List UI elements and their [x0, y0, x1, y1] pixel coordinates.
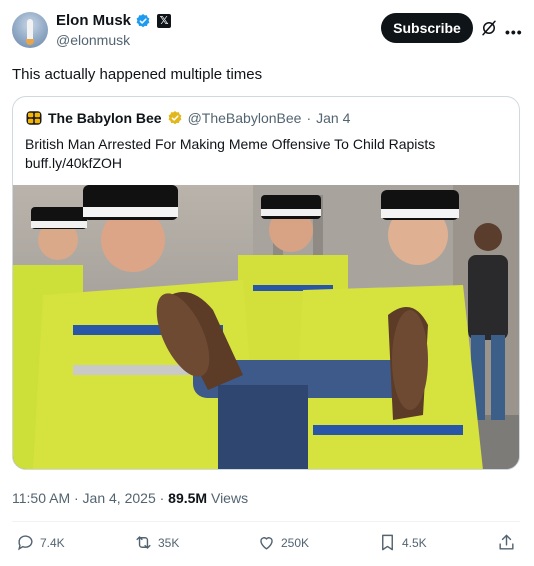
author-handle[interactable]: @elonmusk — [56, 32, 130, 48]
divider — [12, 521, 520, 522]
gold-verified-badge-icon — [168, 111, 181, 125]
author-display-name[interactable]: Elon Musk — [56, 12, 131, 29]
quoted-author-handle[interactable]: @TheBabylonBee — [188, 110, 302, 126]
quoted-post-header: The Babylon Bee @TheBabylonBee · Jan 4 — [25, 109, 350, 127]
quoted-author-name[interactable]: The Babylon Bee — [48, 110, 162, 126]
bookmark-count: 4.5K — [402, 535, 427, 550]
post-timestamp[interactable]: 11:50 AM · Jan 4, 2025 · — [12, 490, 168, 506]
news-photo[interactable] — [13, 185, 519, 470]
share-button[interactable] — [497, 533, 516, 552]
like-button[interactable]: 250K — [257, 533, 309, 552]
quoted-post-headline: British Man Arrested For Making Meme Off… — [25, 136, 436, 152]
more-options-icon[interactable]: ••• — [505, 24, 523, 40]
post-timestamp-views[interactable]: 11:50 AM · Jan 4, 2025 · 89.5M Views — [12, 490, 248, 506]
x-affiliation-icon: 𝕏 — [157, 13, 172, 28]
reply-button[interactable]: 7.4K — [16, 533, 65, 552]
quoted-post-text: British Man Arrested For Making Meme Off… — [25, 135, 505, 173]
rocket-icon — [27, 19, 33, 41]
verified-badge-icon — [136, 13, 150, 27]
heart-icon — [260, 537, 273, 550]
repost-button[interactable]: 35K — [134, 533, 179, 552]
reply-icon — [18, 535, 33, 551]
babylon-bee-logo-icon — [26, 111, 42, 125]
quoted-post[interactable]: The Babylon Bee @TheBabylonBee · Jan 4 B… — [12, 96, 520, 470]
bookmark-button[interactable]: 4.5K — [378, 533, 427, 552]
quoted-post-date[interactable]: Jan 4 — [316, 110, 350, 126]
subscribe-button[interactable]: Subscribe — [381, 13, 473, 43]
separator-dot: · — [306, 110, 312, 126]
author-name-row: Elon Musk 𝕏 — [56, 12, 172, 29]
views-count: 89.5M — [168, 490, 208, 506]
action-bar: 7.4K 35K 250K 4.5K — [0, 530, 534, 556]
post-text: This actually happened multiple times — [12, 66, 263, 83]
flame-icon — [26, 39, 34, 45]
quoted-post-link[interactable]: buff.ly/40kfZOH — [25, 154, 505, 173]
repost-icon — [136, 536, 151, 549]
avatar[interactable] — [12, 12, 48, 48]
views-label: Views — [207, 490, 249, 506]
share-icon — [499, 534, 514, 550]
like-count: 250K — [281, 535, 310, 550]
reply-count: 7.4K — [40, 535, 65, 550]
grok-icon[interactable] — [480, 19, 498, 37]
repost-count: 35K — [158, 535, 180, 550]
bookmark-icon — [382, 534, 393, 551]
